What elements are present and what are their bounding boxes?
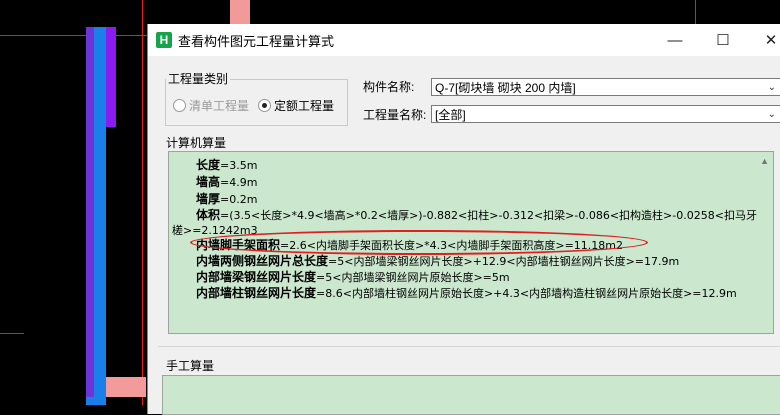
quantity-type-label: 工程量类别 bbox=[166, 70, 231, 87]
quantity-name-label: 工程量名称: bbox=[363, 108, 427, 122]
app-icon: H bbox=[156, 32, 172, 48]
grid-line bbox=[0, 333, 24, 334]
chevron-down-icon: ⌄ bbox=[767, 109, 776, 120]
formula-dialog: H 查看构件图元工程量计算式 — ☐ ✕ 工程量类别 清单工程量 定额工程量 构… bbox=[147, 24, 780, 415]
grid-line bbox=[695, 0, 696, 24]
quantity-name-select[interactable]: [全部] ⌄ bbox=[431, 105, 780, 123]
component-name-value: Q-7[砌块墙 砌块 200 内墙] bbox=[435, 81, 576, 95]
component-name-select[interactable]: Q-7[砌块墙 砌块 200 内墙] ⌄ bbox=[431, 78, 780, 96]
grid-line bbox=[142, 0, 143, 405]
minimize-button[interactable]: — bbox=[652, 24, 698, 56]
divider bbox=[158, 346, 780, 347]
grid-line bbox=[0, 35, 147, 36]
dialog-title: 查看构件图元工程量计算式 bbox=[178, 33, 335, 49]
scroll-up-arrow-icon[interactable]: ▲ bbox=[760, 156, 769, 166]
radio-label: 清单工程量 bbox=[189, 99, 250, 113]
calc-line: 体积=(3.5<长度>*4.9<墙高>*0.2<墙厚>)-0.882<扣柱>-0… bbox=[196, 208, 757, 222]
calc-line: 内部墙柱钢丝网片长度=8.6<内部墙柱钢丝网片原始长度>+4.3<内部墙构造柱钢… bbox=[196, 286, 737, 300]
close-button[interactable]: ✕ bbox=[748, 24, 780, 56]
radio-circle-icon bbox=[173, 99, 186, 112]
quantity-name-value: [全部] bbox=[435, 108, 466, 122]
calc-line: 墙厚=0.2m bbox=[196, 192, 258, 206]
calc-line: 内部墙梁钢丝网片长度=5<内部墙梁钢丝网片原始长度>=5m bbox=[196, 270, 510, 284]
wall-segment bbox=[86, 27, 94, 397]
title-bar[interactable]: H 查看构件图元工程量计算式 — ☐ ✕ bbox=[148, 24, 780, 56]
radio-circle-icon bbox=[258, 99, 271, 112]
red-highlight-ellipse bbox=[190, 230, 648, 255]
radio-label: 定额工程量 bbox=[274, 99, 335, 113]
manual-calc-title: 手工算量 bbox=[166, 359, 215, 373]
calc-line: 长度=3.5m bbox=[196, 158, 258, 172]
calc-line: 墙高=4.9m bbox=[196, 175, 258, 189]
maximize-button[interactable]: ☐ bbox=[700, 24, 746, 56]
radio-bill-quantity[interactable]: 清单工程量 bbox=[173, 97, 249, 114]
component-name-label: 构件名称: bbox=[363, 80, 415, 94]
wall-segment bbox=[230, 0, 250, 27]
radio-quota-quantity[interactable]: 定额工程量 bbox=[258, 97, 334, 114]
computer-calc-title: 计算机算量 bbox=[166, 136, 227, 150]
manual-calc-textarea[interactable] bbox=[162, 375, 780, 415]
computer-calc-textarea[interactable]: 长度=3.5m 墙高=4.9m 墙厚=0.2m 体积=(3.5<长度>*4.9<… bbox=[168, 151, 774, 334]
quantity-type-group: 工程量类别 清单工程量 定额工程量 bbox=[165, 70, 348, 126]
chevron-down-icon: ⌄ bbox=[767, 82, 776, 93]
wall-segment bbox=[106, 377, 146, 397]
wall-segment bbox=[106, 27, 116, 127]
